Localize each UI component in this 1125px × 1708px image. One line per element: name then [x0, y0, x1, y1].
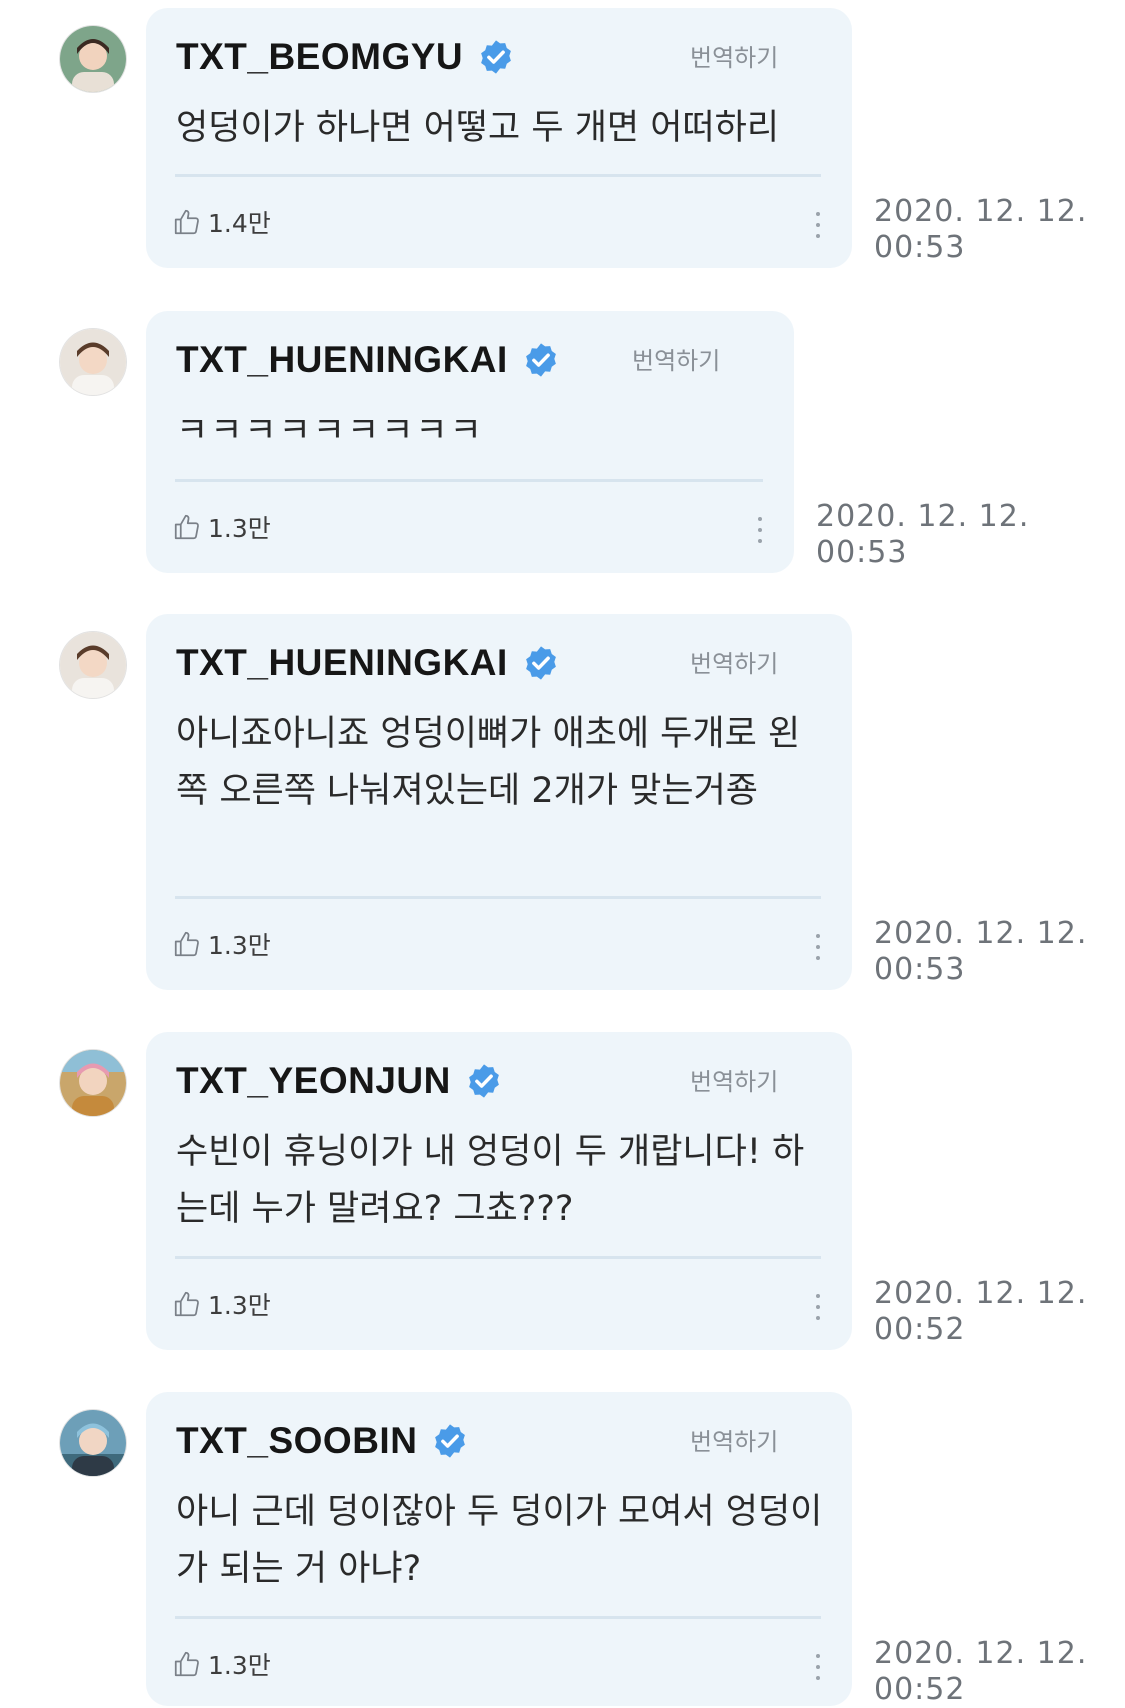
comment-bubble: TXT_SOOBIN 번역하기 아니 근데 덩이잖아 두 덩이가 모여서 엉덩이… [146, 1392, 852, 1706]
verified-badge-icon [525, 343, 556, 377]
comment-bubble: TXT_HUENINGKAI 번역하기 아니죠아니죠 엉덩이뼈가 애초에 두개로… [146, 614, 852, 990]
vertical-ellipsis-icon[interactable] [814, 1294, 822, 1324]
author-name[interactable]: TXT_SOOBIN [176, 1420, 417, 1462]
vertical-ellipsis-icon[interactable] [814, 1654, 822, 1684]
divider [175, 896, 821, 899]
author-row: TXT_HUENINGKAI [176, 339, 560, 381]
comment-item: TXT_SOOBIN 번역하기 아니 근데 덩이잖아 두 덩이가 모여서 엉덩이… [0, 1392, 1125, 1708]
translate-link[interactable]: 번역하기 [690, 38, 778, 73]
vertical-ellipsis-icon[interactable] [814, 934, 822, 964]
author-name[interactable]: TXT_BEOMGYU [176, 36, 463, 78]
divider [175, 479, 763, 482]
like-button[interactable]: 1.4만 [172, 204, 271, 240]
like-button[interactable]: 1.3만 [172, 509, 271, 545]
author-name[interactable]: TXT_YEONJUN [176, 1060, 451, 1102]
like-button[interactable]: 1.3만 [172, 1646, 271, 1682]
thumbs-up-icon [174, 514, 199, 540]
verified-badge-icon [525, 646, 556, 680]
translate-link[interactable]: 번역하기 [690, 1422, 778, 1457]
divider [175, 1256, 821, 1259]
divider [175, 1616, 821, 1619]
comment-thread: TXT_BEOMGYU 번역하기 엉덩이가 하나면 어떻고 두 개면 어떠하리 … [0, 0, 1125, 1708]
comment-item: TXT_HUENINGKAI 번역하기 아니죠아니죠 엉덩이뼈가 애초에 두개로… [0, 614, 1125, 990]
timestamp: 2020. 12. 12. 00:52 [874, 1276, 1087, 1348]
timestamp-date: 2020. 12. 12. [874, 1636, 1088, 1671]
avatar-image [60, 1410, 126, 1476]
like-count: 1.3만 [208, 1291, 271, 1320]
comment-text: 엉덩이가 하나면 어떻고 두 개면 어떠하리 [176, 108, 780, 148]
verified-badge-icon [435, 1424, 466, 1458]
thumbs-up-icon [174, 1291, 199, 1317]
comment-text: 아니 근데 덩이잖아 두 덩이가 모여서 엉덩이가 되는 거 아냐? [176, 1492, 823, 1589]
timestamp: 2020. 12. 12. 00:53 [874, 916, 1087, 988]
comment-bubble: TXT_YEONJUN 번역하기 수빈이 휴닝이가 내 엉덩이 두 개랍니다! … [146, 1032, 852, 1350]
like-button[interactable]: 1.3만 [172, 1286, 271, 1322]
like-count: 1.3만 [208, 1651, 271, 1680]
timestamp-time: 00:53 [874, 952, 966, 987]
comment-bubble: TXT_BEOMGYU 번역하기 엉덩이가 하나면 어떻고 두 개면 어떠하리 … [146, 8, 852, 268]
timestamp-date: 2020. 12. 12. [874, 1276, 1088, 1311]
timestamp-time: 00:52 [874, 1312, 966, 1347]
like-count: 1.4만 [208, 209, 271, 238]
comment-bubble: TXT_HUENINGKAI 번역하기 ㅋㅋㅋㅋㅋㅋㅋㅋㅋ 1.3만 [146, 311, 794, 573]
avatar-image [60, 26, 126, 92]
verified-badge-icon [468, 1064, 499, 1098]
timestamp-time: 00:53 [874, 230, 966, 265]
timestamp: 2020. 12. 12. 00:53 [816, 499, 1029, 571]
author-row: TXT_BEOMGYU [176, 36, 515, 78]
divider [175, 174, 821, 177]
comment-text: 아니죠아니죠 엉덩이뼈가 애초에 두개로 왼쪽 오른쪽 나눠져있는데 2개가 맞… [176, 714, 801, 811]
verified-badge-icon [481, 40, 512, 74]
author-row: TXT_HUENINGKAI [176, 642, 560, 684]
timestamp-date: 2020. 12. 12. [816, 499, 1030, 534]
timestamp: 2020. 12. 12. 00:53 [874, 194, 1087, 266]
author-row: TXT_YEONJUN [176, 1060, 503, 1102]
like-count: 1.3만 [208, 514, 271, 543]
translate-link[interactable]: 번역하기 [690, 1062, 778, 1097]
author-row: TXT_SOOBIN [176, 1420, 469, 1462]
timestamp: 2020. 12. 12. 00:52 [874, 1636, 1087, 1708]
comment-item: TXT_BEOMGYU 번역하기 엉덩이가 하나면 어떻고 두 개면 어떠하리 … [0, 8, 1125, 268]
avatar[interactable] [60, 329, 126, 395]
avatar-image [60, 1050, 126, 1116]
like-button[interactable]: 1.3만 [172, 926, 271, 962]
translate-link[interactable]: 번역하기 [632, 341, 720, 376]
author-name[interactable]: TXT_HUENINGKAI [176, 339, 508, 381]
thumbs-up-icon [174, 931, 199, 957]
avatar[interactable] [60, 1050, 126, 1116]
like-count: 1.3만 [208, 931, 271, 960]
translate-link[interactable]: 번역하기 [690, 644, 778, 679]
timestamp-time: 00:53 [816, 535, 908, 570]
comment-text: ㅋㅋㅋㅋㅋㅋㅋㅋㅋ [176, 411, 484, 451]
comment-item: TXT_HUENINGKAI 번역하기 ㅋㅋㅋㅋㅋㅋㅋㅋㅋ 1.3만 2020.… [0, 311, 1125, 573]
avatar-image [60, 329, 126, 395]
timestamp-time: 00:52 [874, 1672, 966, 1707]
avatar[interactable] [60, 26, 126, 92]
avatar-image [60, 632, 126, 698]
avatar[interactable] [60, 632, 126, 698]
thumbs-up-icon [174, 1651, 199, 1677]
timestamp-date: 2020. 12. 12. [874, 916, 1088, 951]
vertical-ellipsis-icon[interactable] [756, 517, 764, 547]
thumbs-up-icon [174, 209, 199, 235]
avatar[interactable] [60, 1410, 126, 1476]
comment-item: TXT_YEONJUN 번역하기 수빈이 휴닝이가 내 엉덩이 두 개랍니다! … [0, 1032, 1125, 1352]
author-name[interactable]: TXT_HUENINGKAI [176, 642, 508, 684]
comment-text: 수빈이 휴닝이가 내 엉덩이 두 개랍니다! 하는데 누가 말려요? 그쵸??? [176, 1132, 805, 1229]
vertical-ellipsis-icon[interactable] [814, 212, 822, 242]
timestamp-date: 2020. 12. 12. [874, 194, 1088, 229]
